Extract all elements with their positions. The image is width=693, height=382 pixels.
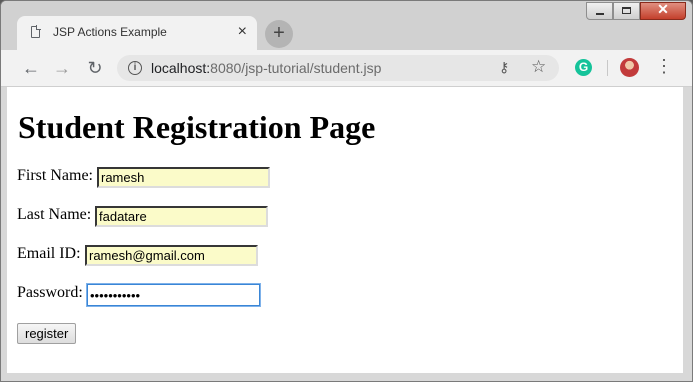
window-controls: ✕ <box>586 1 686 22</box>
first-name-label: First Name: <box>17 167 93 184</box>
register-button[interactable]: register <box>17 323 77 344</box>
avatar[interactable] <box>620 58 639 77</box>
url-host: localhost: <box>151 60 211 76</box>
email-label: Email ID: <box>17 245 81 262</box>
window-close-icon[interactable]: ✕ <box>640 1 686 20</box>
info-icon[interactable]: i <box>128 61 142 75</box>
title-bar: JSP Actions Example × + ✕ <box>1 1 692 50</box>
last-name-label: Last Name: <box>17 206 92 223</box>
toolbar-divider <box>607 60 608 76</box>
reload-icon[interactable]: ↻ <box>85 58 105 78</box>
first-name-row: First Name: <box>17 167 270 188</box>
email-field[interactable] <box>85 245 258 266</box>
last-name-field[interactable] <box>95 206 268 227</box>
address-bar[interactable]: i localhost:8080/jsp-tutorial/student.js… <box>117 55 559 81</box>
browser-window: JSP Actions Example × + ✕ ← → ↻ i localh… <box>0 0 693 382</box>
last-name-row: Last Name: <box>17 206 268 227</box>
password-row: Password: <box>17 284 260 306</box>
tab-title: JSP Actions Example <box>53 25 167 39</box>
toolbar: ← → ↻ i localhost:8080/jsp-tutorial/stud… <box>1 50 692 87</box>
star-icon[interactable]: ☆ <box>531 57 546 77</box>
password-label: Password: <box>17 284 83 301</box>
maximize-icon[interactable] <box>613 2 640 20</box>
password-field[interactable] <box>87 284 260 306</box>
browser-tab[interactable]: JSP Actions Example × <box>17 16 257 50</box>
url-path: 8080/jsp-tutorial/student.jsp <box>210 60 382 76</box>
window-close-glyph: ✕ <box>657 1 669 17</box>
back-icon[interactable]: ← <box>21 58 41 78</box>
menu-icon[interactable]: ⋮ <box>655 56 673 76</box>
close-icon[interactable]: × <box>238 22 247 42</box>
new-tab-icon[interactable]: + <box>265 20 293 48</box>
page-content: Student Registration Page First Name: La… <box>7 87 683 373</box>
key-icon[interactable]: ⚷ <box>499 59 509 76</box>
minimize-icon[interactable] <box>586 2 613 20</box>
grammarly-icon[interactable]: G <box>575 59 592 76</box>
forward-icon[interactable]: → <box>52 58 72 78</box>
url-text[interactable]: localhost:8080/jsp-tutorial/student.jsp <box>151 60 381 76</box>
file-icon <box>31 25 41 38</box>
email-row: Email ID: <box>17 245 258 266</box>
page-title: Student Registration Page <box>18 109 376 145</box>
first-name-field[interactable] <box>97 167 270 188</box>
right-frame-edge <box>683 87 692 373</box>
